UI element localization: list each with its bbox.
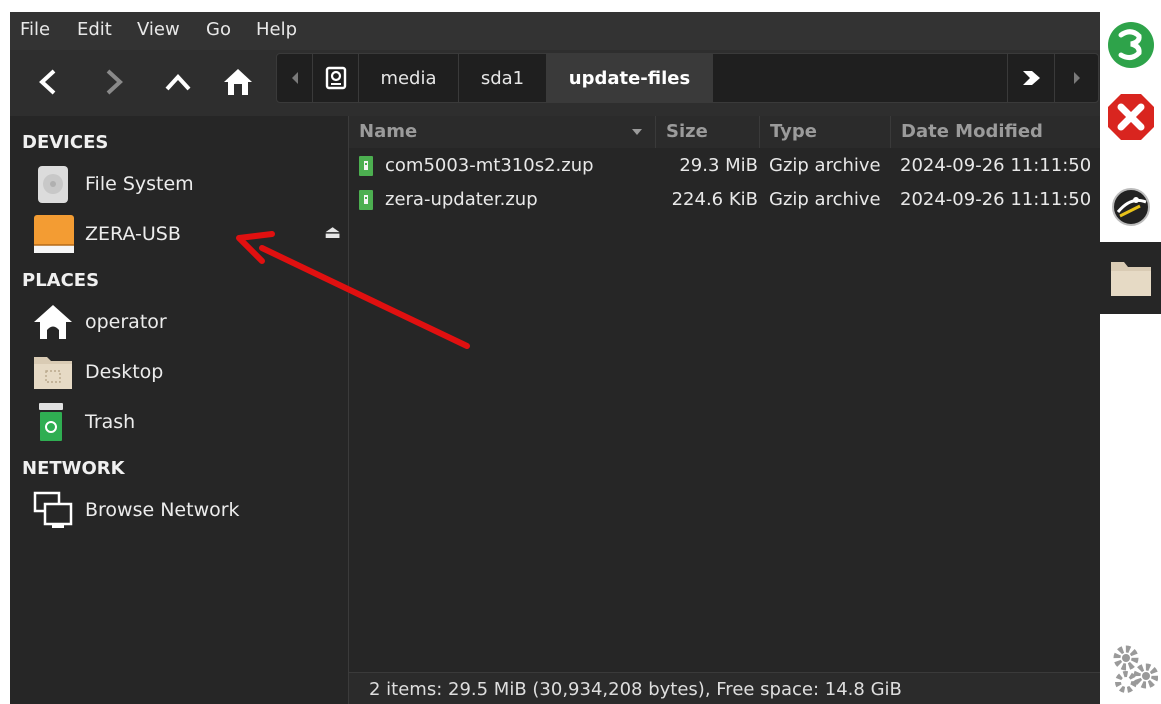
column-name[interactable]: Name — [349, 116, 656, 148]
path-expand-button[interactable] — [1007, 54, 1055, 102]
home-button[interactable] — [216, 60, 260, 104]
settings-gears-icon[interactable] — [1110, 642, 1158, 698]
sidebar-item-label: File System — [85, 173, 194, 195]
up-arrow-icon — [165, 74, 191, 91]
file-manager-window: File Edit View Go Help media sda1 update… — [10, 12, 1100, 704]
harddisk-icon — [38, 166, 68, 203]
close-icon[interactable] — [1106, 92, 1156, 142]
sidebar-item-zera-usb[interactable]: ZERA-USB ⏏ — [32, 214, 342, 254]
file-size: 224.6 KiB — [671, 189, 758, 210]
sidebar-item-label: Trash — [85, 411, 136, 433]
menu-bar: File Edit View Go Help — [10, 12, 1100, 50]
file-row[interactable]: com5003-mt310s2.zup 29.3 MiB Gzip archiv… — [349, 150, 1100, 184]
path-scroll-right[interactable] — [1055, 54, 1098, 102]
path-root[interactable] — [313, 54, 359, 102]
sidebar-item-trash[interactable]: Trash — [32, 402, 342, 442]
path-segment-media[interactable]: media — [359, 54, 459, 102]
status-text: 2 items: 29.5 MiB (30,934,208 bytes), Fr… — [369, 679, 902, 700]
trash-icon — [39, 403, 63, 441]
eject-icon[interactable]: ⏏ — [324, 222, 341, 243]
column-size[interactable]: Size — [656, 116, 760, 148]
sidebar-item-operator[interactable]: operator — [32, 302, 342, 342]
section-network: NETWORK — [22, 458, 125, 479]
column-type[interactable]: Type — [760, 116, 891, 148]
sidebar-item-file-system[interactable]: File System — [32, 164, 342, 204]
file-manager-app-icon[interactable] — [1106, 182, 1156, 232]
section-devices: DEVICES — [22, 132, 109, 153]
home-folder-icon — [34, 305, 72, 339]
file-size: 29.3 MiB — [679, 155, 758, 176]
file-date: 2024-09-26 11:11:50 — [900, 155, 1092, 176]
archive-file-icon — [359, 156, 373, 176]
file-name: zera-updater.zup — [385, 189, 538, 210]
scroll-right-icon — [1073, 72, 1080, 84]
archive-file-icon — [359, 190, 373, 210]
section-places: PLACES — [22, 270, 100, 291]
up-button[interactable] — [156, 60, 200, 104]
home-icon — [224, 69, 252, 95]
menu-file[interactable]: File — [20, 19, 50, 40]
path-segment-sda1[interactable]: sda1 — [459, 54, 547, 102]
sidebar-item-browse-network[interactable]: Browse Network — [32, 490, 342, 530]
menu-view[interactable]: View — [137, 19, 180, 40]
forward-button[interactable] — [92, 60, 136, 104]
dock-active-item[interactable] — [1100, 242, 1161, 314]
file-type: Gzip archive — [769, 155, 881, 176]
path-segment-update-files[interactable]: update-files — [547, 54, 713, 102]
desktop-folder-icon — [34, 357, 72, 389]
drive-root-icon — [325, 66, 346, 90]
column-date-modified[interactable]: Date Modified — [891, 116, 1100, 148]
sidebar-item-label: Desktop — [85, 361, 164, 383]
sidebar-item-label: ZERA-USB — [85, 223, 181, 245]
sidebar-item-desktop[interactable]: Desktop — [32, 352, 342, 392]
file-row[interactable]: zera-updater.zup 224.6 KiB Gzip archive … — [349, 184, 1100, 218]
back-button[interactable] — [26, 60, 70, 104]
menu-edit[interactable]: Edit — [77, 19, 112, 40]
toolbar: media sda1 update-files — [10, 50, 1100, 116]
sidebar-item-label: operator — [85, 311, 167, 333]
sidebar: DEVICES File System ZERA-USB ⏏ PLACES op… — [10, 116, 349, 704]
zera-logo-icon[interactable] — [1106, 20, 1156, 70]
column-name-label: Name — [359, 121, 418, 142]
usb-drive-icon — [34, 215, 74, 253]
menu-help[interactable]: Help — [256, 19, 297, 40]
file-list-header: Name Size Type Date Modified — [349, 116, 1100, 148]
scroll-left-icon — [291, 72, 298, 84]
file-name: com5003-mt310s2.zup — [385, 155, 594, 176]
path-bar: media sda1 update-files — [276, 53, 1099, 103]
right-dock — [1100, 0, 1161, 704]
file-date: 2024-09-26 11:11:50 — [900, 189, 1092, 210]
chevron-right-icon — [1023, 71, 1040, 85]
status-bar: 2 items: 29.5 MiB (30,934,208 bytes), Fr… — [349, 672, 1100, 704]
file-type: Gzip archive — [769, 189, 881, 210]
network-icon — [33, 491, 73, 528]
sidebar-item-label: Browse Network — [85, 499, 240, 521]
menu-go[interactable]: Go — [206, 19, 231, 40]
back-arrow-icon — [39, 69, 56, 95]
forward-arrow-icon — [106, 69, 123, 95]
folder-icon — [1111, 262, 1151, 296]
path-scroll-left[interactable] — [277, 54, 313, 102]
sort-descending-icon — [632, 129, 642, 135]
